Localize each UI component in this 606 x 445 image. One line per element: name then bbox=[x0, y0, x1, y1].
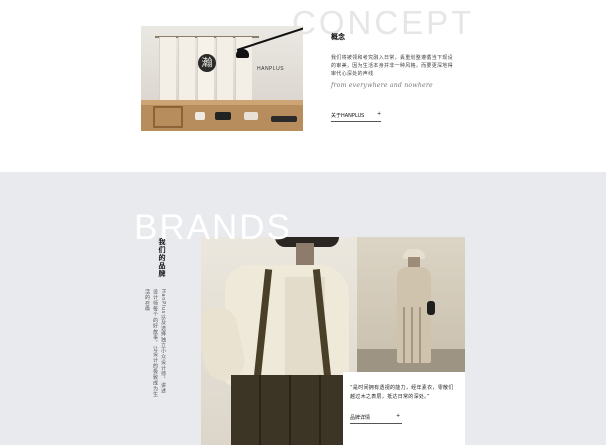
plus-icon: + bbox=[396, 413, 401, 419]
photo-model-bag bbox=[427, 301, 435, 315]
photo-shelf-item bbox=[244, 112, 258, 120]
photo-store-sign: HANPLUS bbox=[257, 66, 285, 72]
brand-quote-text: “是时间拥有透视的能力，经年素衣，零散们越过木之表层，抵达日常的深处。” bbox=[350, 385, 454, 400]
photo-curtain-panel bbox=[216, 37, 233, 103]
brand-details-link[interactable]: 品牌详情 + bbox=[350, 413, 402, 424]
concept-heading: 概念 bbox=[331, 33, 345, 41]
photo-shelf-item bbox=[195, 112, 205, 120]
photo-shelf-item bbox=[271, 116, 297, 122]
brands-watermark: BRANDS bbox=[134, 208, 292, 247]
photo-shelf-top bbox=[141, 100, 303, 105]
brand-model-photo-side bbox=[357, 237, 465, 372]
lamp-icon bbox=[236, 49, 249, 58]
photo-trouser-pleat bbox=[319, 375, 321, 445]
photo-dress-stripe bbox=[419, 307, 421, 363]
link-underline bbox=[350, 423, 402, 424]
concept-section: CONCEPT 瀚 HANPLUS 概念 我们将被领和考究融入日常，丢重划整遵循… bbox=[0, 0, 606, 172]
brands-description: HanPlus以及选择独立小众设计师，讲述设计师每个的好故事，让设计的极致成为生… bbox=[144, 289, 166, 398]
photo-trouser-pleat bbox=[259, 375, 261, 445]
concept-watermark: CONCEPT bbox=[292, 4, 475, 41]
photo-seal-logo: 瀚 bbox=[198, 54, 216, 72]
plus-icon: + bbox=[377, 111, 382, 117]
concept-script-tagline: from everywhere and nowhere bbox=[331, 82, 433, 89]
photo-dress-stripe bbox=[403, 307, 405, 363]
brand-details-label: 品牌详情 bbox=[350, 415, 371, 421]
photo-model-head bbox=[408, 257, 420, 267]
concept-store-photo: 瀚 HANPLUS bbox=[141, 26, 303, 131]
photo-model-trousers bbox=[231, 375, 351, 445]
link-underline bbox=[331, 121, 381, 122]
brand-quote-card: “是时间拥有透视的能力，经年素衣，零散们越过木之表层，抵达日常的深处。” 品牌详… bbox=[343, 372, 465, 445]
brand-model-photo-main bbox=[201, 237, 357, 445]
about-hanplus-label: 关于HANPLUS bbox=[331, 113, 365, 119]
photo-shelf-frame bbox=[153, 106, 183, 128]
photo-dress-stripe bbox=[411, 307, 413, 363]
about-hanplus-link[interactable]: 关于HANPLUS + bbox=[331, 111, 382, 122]
concept-description: 我们将被领和考究融入日常，丢重划整遵循当下现设的审美，因为生活本身并非一种风格，… bbox=[331, 55, 453, 78]
photo-trouser-pleat bbox=[289, 375, 291, 445]
brands-section: BRANDS 我们的品牌 HanPlus以及选择独立小众设计师，讲述设计师每个的… bbox=[0, 172, 606, 445]
photo-shelf-item bbox=[215, 112, 231, 120]
photo-curtain-panel bbox=[159, 37, 176, 103]
photo-curtain-panel bbox=[178, 37, 195, 103]
